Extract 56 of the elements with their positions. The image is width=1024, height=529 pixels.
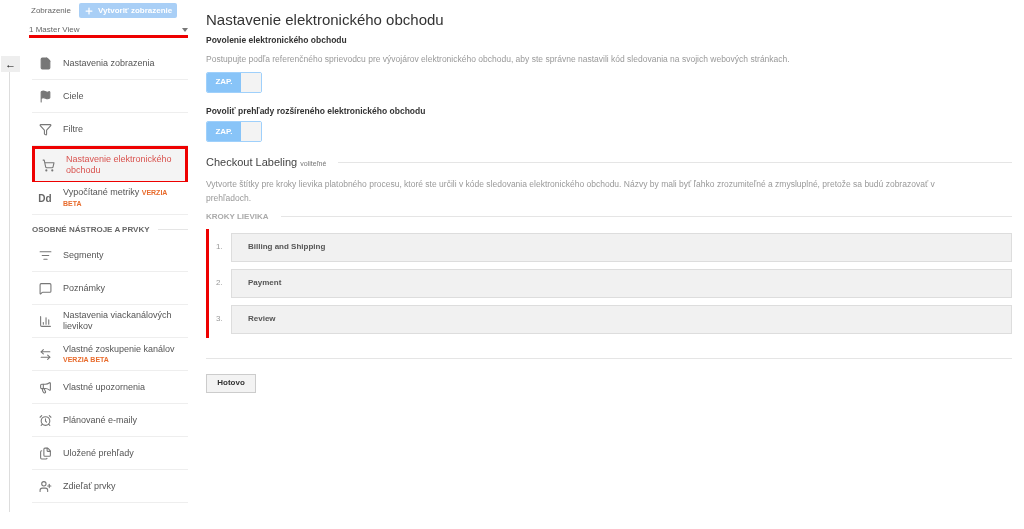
section-heading: OSOBNÉ NÁSTROJE A PRVKY (32, 223, 150, 236)
item-label: Vlastné upozornenia (63, 381, 146, 393)
alarm-clock-icon (38, 413, 52, 427)
item-label: Plánované e-maily (63, 414, 138, 426)
view-label: Zobrazenie (31, 4, 72, 17)
sidebar-item[interactable]: Segmenty (32, 239, 188, 272)
done-button[interactable]: Hotovo (206, 373, 256, 393)
steps-heading: KROKY LIEVIKA (206, 210, 269, 223)
toggle-label: ZAP. (207, 72, 241, 92)
page-title: Nastavenie elektronického obchodu (206, 10, 445, 30)
document-icon (38, 56, 52, 70)
item-label: Zdieľať prvky (63, 480, 116, 492)
item-label: Filtre (63, 123, 83, 135)
item-label: Nastavenie elektronického obchodu (66, 154, 173, 176)
item-label: Ciele (63, 90, 84, 102)
step-field[interactable]: Payment (231, 268, 1012, 298)
item-label: Poznámky (63, 282, 106, 294)
bar-chart-icon (38, 314, 52, 328)
sidebar-item[interactable]: Nastavenie elektronického obchodu (32, 146, 188, 182)
section-heading: Povolenie elektronického obchodu (206, 34, 348, 47)
text-icon: Dd (38, 190, 52, 206)
step-number: 3. (216, 313, 224, 326)
sidebar-item[interactable]: Plánované e-maily (32, 404, 188, 437)
description: Vytvorte štítky pre kroky lievika platobného procesu, ktoré ste určili v kóde sledovania elektronického obchodu. Názvy by mali byť ľahko zrozumiteľné a zmysluplné, pretože sa budú zobrazovať v prehľadoch. (206, 177, 936, 205)
sidebar-item[interactable]: Nastavenia zobrazenia (32, 47, 188, 80)
item-label: Vlastné zoskupenie kanálov (63, 343, 175, 355)
item-label: Segmenty (63, 249, 104, 261)
filter-icon (38, 122, 52, 136)
back-button[interactable]: ← (1, 56, 20, 72)
step-number: 1. (216, 241, 224, 254)
view-select[interactable]: 1 Master View (29, 24, 188, 38)
section-heading: Povoliť prehľady rozšíreného elektronického obchodu (206, 104, 427, 118)
cart-icon (41, 158, 55, 172)
sidebar-item[interactable]: Nastavenia viackanálových lievikov (32, 305, 188, 338)
description: Postupujte podľa referenčného sprievodcu pre vývojárov elektronického obchodu, aby ste správne nastavili kód sledovania na svojich webových stránkach. (206, 52, 791, 66)
item-label: Nastavenia viackanálových lievikov (63, 310, 173, 332)
toggle-label: ZAP. (207, 122, 241, 142)
caret-icon (182, 27, 188, 32)
add-user-icon (38, 479, 52, 493)
megaphone-icon (38, 380, 52, 394)
flag-icon (38, 89, 52, 103)
sidebar-item[interactable]: Poznámky (32, 272, 188, 305)
item-label: Uložené prehľady (63, 447, 134, 459)
comment-icon (38, 281, 52, 295)
arrows-icon (38, 347, 52, 361)
step-field[interactable]: Billing and Shipping (231, 232, 1012, 262)
segments-icon (38, 248, 52, 262)
step-number: 2. (216, 277, 224, 290)
document-icon (38, 446, 52, 460)
sidebar-item[interactable]: Zdieľať prvky (32, 470, 188, 503)
sidebar-item[interactable]: Uložené prehľady (32, 437, 188, 470)
item-label: Nastavenia zobrazenia (63, 57, 155, 69)
step-field[interactable]: Review (231, 304, 1012, 334)
plus-icon (84, 5, 95, 16)
sidebar-item[interactable]: Vlastné upozornenia (32, 371, 188, 404)
sidebar-item[interactable]: Ciele (32, 80, 188, 113)
